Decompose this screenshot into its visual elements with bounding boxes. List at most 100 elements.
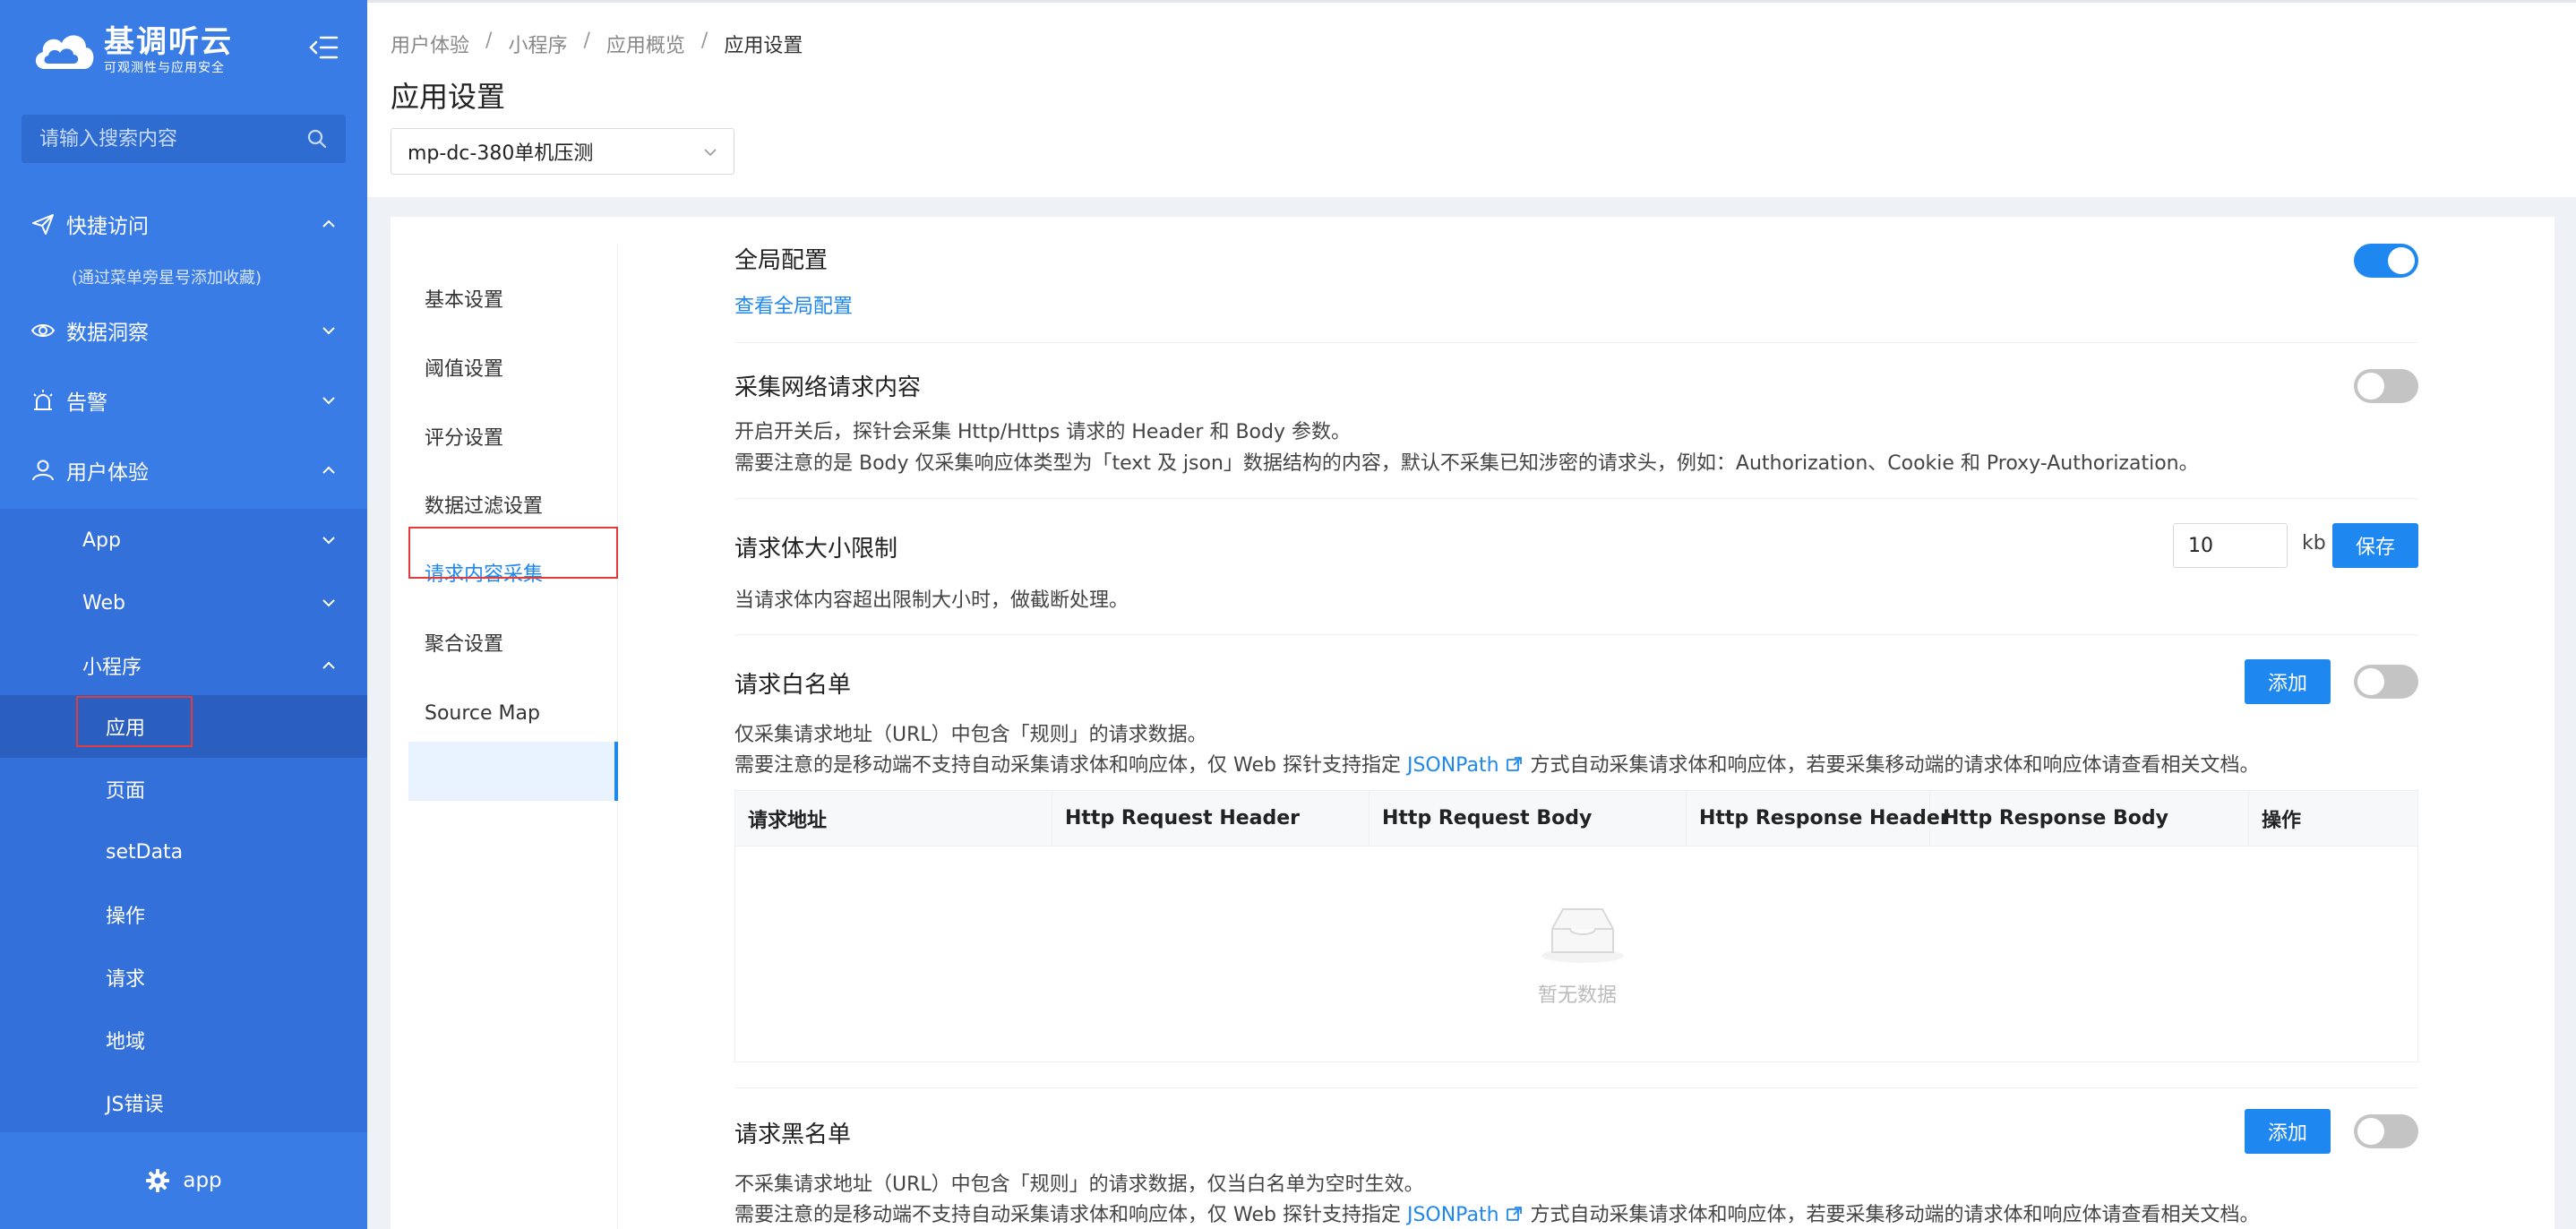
- sidebar-item-label: Web: [82, 591, 125, 614]
- sidebar-app-settings[interactable]: app: [0, 1132, 367, 1229]
- chevron-down-icon: [704, 149, 717, 157]
- view-global-config-link[interactable]: 查看全局配置: [734, 290, 853, 319]
- sidebar-item-action[interactable]: 操作: [0, 883, 367, 946]
- toggle-knob: [2388, 247, 2415, 274]
- sidebar-group-label: 告警: [66, 391, 107, 415]
- sidebar-item-label: 小程序: [82, 657, 142, 679]
- settings-nav-active-bar: [614, 742, 618, 801]
- column-header: Http Response Body: [1930, 791, 2249, 846]
- send-icon: [32, 214, 54, 235]
- global-config-toggle[interactable]: [2354, 244, 2418, 278]
- brand-name: 基调听云: [104, 24, 233, 60]
- page-title: 应用设置: [391, 80, 506, 114]
- body-limit-unit: kb: [2302, 532, 2326, 554]
- sidebar-item-label: 页面: [106, 780, 146, 803]
- save-button[interactable]: 保存: [2332, 523, 2418, 568]
- sidebar-item-label: 请求: [106, 968, 146, 991]
- breadcrumb-separator: /: [700, 30, 708, 52]
- settings-nav-active-bg: [408, 742, 618, 801]
- settings-nav-basic[interactable]: 基本设置: [425, 283, 503, 319]
- menu-fold-icon[interactable]: [308, 34, 339, 61]
- sidebar-item-setdata[interactable]: setData: [0, 821, 367, 883]
- sidebar-group-label: 用户体验: [66, 461, 149, 485]
- sidebar-item-mini-program[interactable]: 小程序: [0, 634, 367, 697]
- whitelist-toggle[interactable]: [2354, 665, 2418, 699]
- blacklist-note-tail: 方式自动采集请求体和响应体，若要采集移动端的请求体和响应体请查看相关文档。: [1524, 1204, 2260, 1226]
- add-blacklist-button[interactable]: 添加: [2245, 1109, 2331, 1154]
- alarm-light-icon: [33, 390, 53, 410]
- chevron-up-icon: [322, 661, 335, 669]
- quick-access-hint: (通过菜单旁星号添加收藏): [72, 269, 262, 288]
- column-header: Http Request Header: [1052, 791, 1370, 846]
- sidebar-item-request[interactable]: 请求: [0, 946, 367, 1009]
- toggle-knob: [2357, 1118, 2384, 1145]
- section-title-whitelist: 请求白名单: [734, 672, 852, 699]
- body-limit-desc: 当请求体内容超出限制大小时，做截断处理。: [734, 589, 1129, 612]
- section-title-blacklist: 请求黑名单: [734, 1122, 852, 1148]
- external-link-icon[interactable]: [1505, 1205, 1524, 1223]
- breadcrumb-current: 应用设置: [724, 35, 803, 57]
- blacklist-toggle[interactable]: [2354, 1114, 2418, 1148]
- collect-network-desc: 开启开关后，探针会采集 Http/Https 请求的 Header 和 Body…: [734, 421, 1351, 443]
- section-title-body-limit: 请求体大小限制: [734, 536, 898, 563]
- blacklist-note-text: 需要注意的是移动端不支持自动采集请求体和响应体，仅 Web 探针支持指定: [734, 1204, 1407, 1226]
- breadcrumb-item[interactable]: 用户体验: [391, 30, 469, 58]
- search-input[interactable]: [39, 127, 306, 150]
- page-header: 用户体验 / 小程序 / 应用概览 / 应用设置 应用设置 mp-dc-380单…: [367, 0, 2576, 197]
- sidebar-group-label: 快捷访问: [66, 215, 149, 238]
- cloud-logo-icon: [35, 35, 94, 69]
- divider: [734, 634, 2418, 635]
- toggle-knob: [2357, 373, 2384, 400]
- table-body: 暂无数据: [735, 847, 2417, 1061]
- sidebar-search: [21, 115, 346, 163]
- sidebar-group-quick-access[interactable]: 快捷访问: [0, 193, 367, 255]
- settings-nav-aggregation[interactable]: 聚合设置: [425, 627, 503, 663]
- add-whitelist-button[interactable]: 添加: [2245, 659, 2331, 704]
- section-title-global: 全局配置: [734, 247, 829, 274]
- whitelist-note: 需要注意的是移动端不支持自动采集请求体和响应体，仅 Web 探针支持指定 JSO…: [734, 749, 2260, 778]
- settings-nav-threshold[interactable]: 阈值设置: [425, 352, 503, 388]
- sidebar-group-alarm[interactable]: 告警: [0, 369, 367, 432]
- sidebar-group-user-experience[interactable]: 用户体验: [0, 439, 367, 502]
- chevron-up-icon: [322, 466, 335, 474]
- highlight-box: [408, 527, 618, 579]
- whitelist-note-text: 需要注意的是移动端不支持自动采集请求体和响应体，仅 Web 探针支持指定: [734, 754, 1407, 777]
- sidebar-item-region[interactable]: 地域: [0, 1009, 367, 1071]
- brand-logo[interactable]: 基调听云 可观测性与应用安全: [30, 20, 233, 81]
- sidebar-group-label: 数据洞察: [66, 322, 149, 345]
- sidebar-item-js-error[interactable]: JS错误: [0, 1071, 367, 1134]
- body-limit-input[interactable]: [2173, 523, 2288, 568]
- settings-nav-source-map[interactable]: Source Map: [425, 696, 540, 732]
- sidebar-item-label: 操作: [106, 906, 146, 928]
- empty-inbox-icon: [1541, 908, 1624, 963]
- app-select[interactable]: mp-dc-380单机压测: [391, 128, 734, 175]
- sidebar-item-label: App: [82, 529, 121, 552]
- gear-icon: [146, 1169, 170, 1192]
- chevron-down-icon: [322, 537, 335, 545]
- search-icon[interactable]: [306, 128, 328, 150]
- jsonpath-link[interactable]: JSONPath: [1407, 1204, 1499, 1226]
- whitelist-table: 请求地址 Http Request Header Http Request Bo…: [734, 790, 2418, 1062]
- sidebar-item-label: 地域: [106, 1031, 146, 1053]
- settings-nav-score[interactable]: 评分设置: [425, 421, 503, 457]
- toggle-knob: [2357, 668, 2384, 695]
- breadcrumb-item[interactable]: 小程序: [508, 30, 567, 58]
- column-header: 请求地址: [735, 791, 1052, 846]
- sidebar-item-app[interactable]: App: [0, 509, 367, 572]
- divider: [734, 498, 2418, 499]
- sidebar-item-page[interactable]: 页面: [0, 758, 367, 821]
- whitelist-desc: 仅采集请求地址（URL）中包含「规则」的请求数据。: [734, 724, 1207, 746]
- jsonpath-link[interactable]: JSONPath: [1407, 754, 1499, 777]
- sidebar-item-web[interactable]: Web: [0, 572, 367, 634]
- breadcrumb-item[interactable]: 应用概览: [606, 30, 685, 58]
- divider: [734, 342, 2418, 343]
- column-header: Http Request Body: [1370, 791, 1687, 846]
- settings-nav-data-filter[interactable]: 数据过滤设置: [425, 489, 543, 525]
- collect-network-toggle[interactable]: [2354, 369, 2418, 403]
- app-select-value: mp-dc-380单机压测: [408, 142, 594, 165]
- sidebar-group-data-insight[interactable]: 数据洞察: [0, 299, 367, 362]
- eye-icon: [30, 324, 56, 337]
- whitelist-note-tail: 方式自动采集请求体和响应体，若要采集移动端的请求体和响应体请查看相关文档。: [1524, 754, 2260, 777]
- sidebar-item-label: setData: [106, 840, 184, 864]
- external-link-icon[interactable]: [1505, 755, 1524, 773]
